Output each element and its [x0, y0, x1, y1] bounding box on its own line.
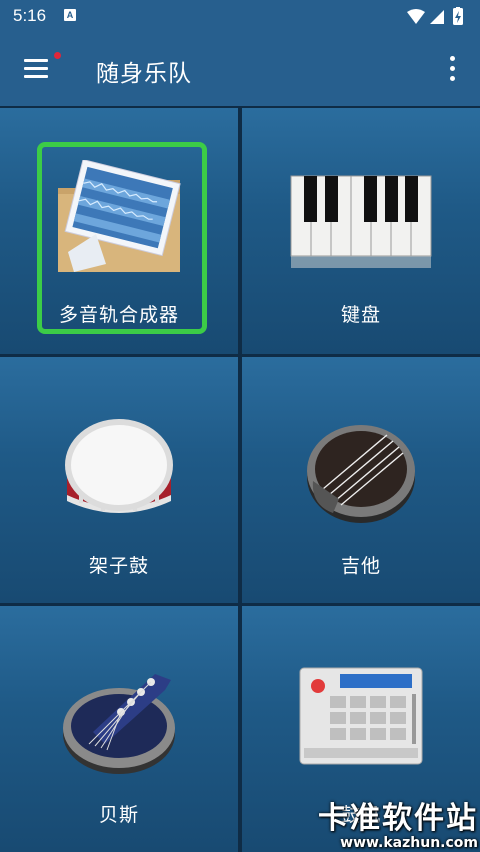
app-title: 随身乐队: [96, 61, 192, 87]
notification-dot: [54, 52, 61, 59]
status-bar: 5:16 A: [0, 0, 480, 34]
app-bar: 随身乐队: [0, 34, 480, 106]
guitar-icon: [307, 425, 415, 523]
tile-label-drums: 架子鼓: [88, 555, 149, 577]
watermark-name: 卡准软件站: [318, 801, 478, 836]
drum-icon: [65, 419, 173, 513]
overflow-menu-button[interactable]: [442, 54, 462, 84]
bass-icon: [63, 674, 175, 774]
tile-bass[interactable]: 贝斯: [0, 606, 238, 852]
tile-guitar[interactable]: 吉他: [242, 357, 480, 603]
battery-icon: [453, 6, 463, 25]
tile-label-guitar: 吉他: [340, 555, 381, 577]
signal-icon: [430, 10, 444, 24]
piano-keys-icon: [290, 175, 432, 268]
menu-button[interactable]: [22, 52, 61, 80]
drum-machine-icon: [299, 667, 423, 765]
more-vert-icon: [450, 56, 455, 61]
instrument-grid: 多音轨合成器 键盘 架子鼓 吉他 贝斯 鼓机: [0, 106, 480, 852]
wifi-icon: [407, 9, 425, 24]
tile-keyboard[interactable]: 键盘: [242, 108, 480, 354]
status-time: 5:16: [13, 6, 47, 25]
app-notification-icon: A: [64, 9, 76, 21]
status-icons: [406, 6, 468, 31]
hamburger-menu-icon: [24, 59, 48, 62]
tile-drums[interactable]: 架子鼓: [0, 357, 238, 603]
status-icons-svg: [407, 6, 463, 25]
tile-label-multitrack: 多音轨合成器: [58, 304, 179, 326]
tile-label-bass: 贝斯: [98, 804, 139, 826]
tile-multitrack[interactable]: 多音轨合成器: [0, 108, 238, 354]
watermark-url: www.kazhun.com: [340, 835, 478, 851]
tile-label-keyboard: 键盘: [340, 304, 381, 326]
watermark: 卡准软件站 www.kazhun.com: [318, 793, 478, 851]
